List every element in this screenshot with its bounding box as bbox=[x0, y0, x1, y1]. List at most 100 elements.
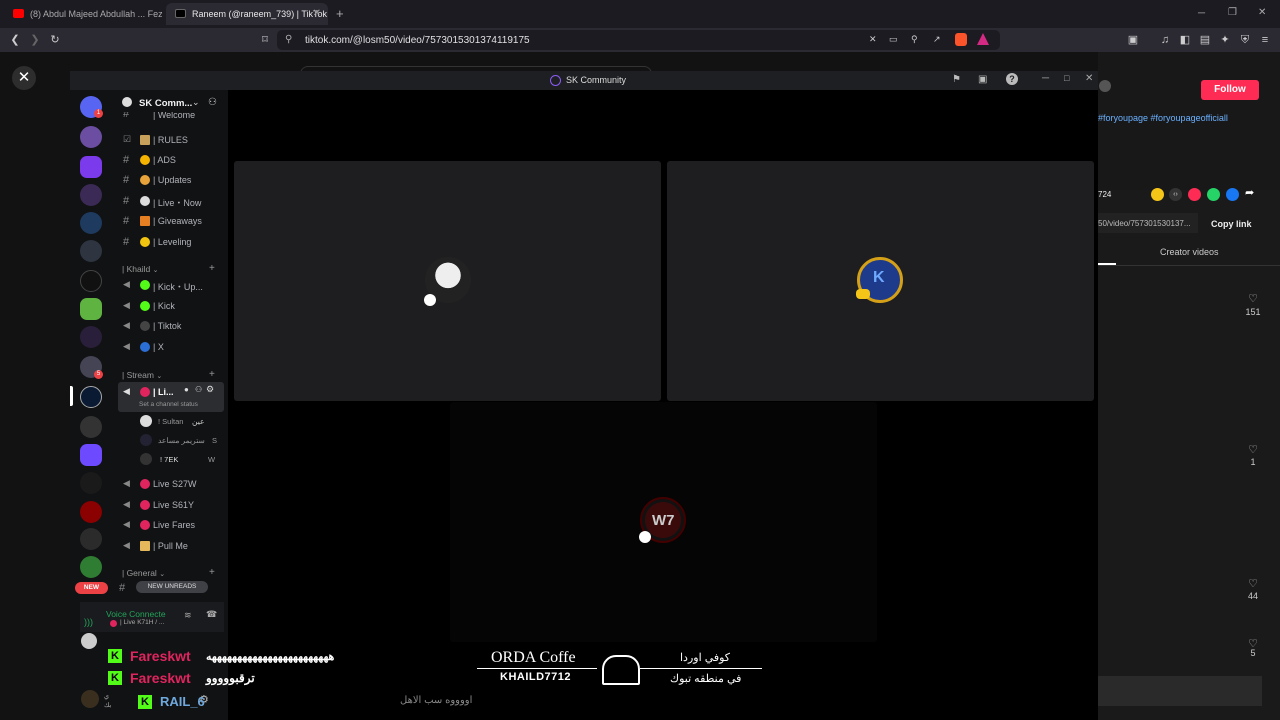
sidebar-toggle-icon[interactable]: ▣ bbox=[1126, 33, 1140, 47]
channel-welcome[interactable]: # | Welcome bbox=[118, 112, 226, 122]
noise-suppression-icon[interactable]: ≋ bbox=[184, 610, 192, 621]
tab-youtube[interactable]: (8) Abdul Majeed Abdullah ... Fezi La bbox=[4, 3, 162, 25]
participant-tile[interactable]: K bbox=[667, 161, 1094, 401]
channel-live-now[interactable]: # | Live・Now bbox=[118, 193, 226, 210]
maximize-window-icon[interactable]: ❐ bbox=[1228, 7, 1237, 18]
coin-icon[interactable] bbox=[1151, 188, 1164, 201]
server-icon[interactable] bbox=[80, 212, 102, 234]
channel-x[interactable]: ◀ | X bbox=[118, 339, 226, 356]
channel-rules[interactable]: ☑ | RULES bbox=[118, 132, 226, 149]
new-unreads-button[interactable]: NEW UNREADS bbox=[136, 581, 208, 593]
minimize-icon[interactable]: ─ bbox=[1042, 73, 1049, 84]
avatar[interactable] bbox=[140, 415, 152, 427]
channel-kick-updates[interactable]: ◀ | Kick・Up... bbox=[118, 277, 226, 294]
voice-user[interactable]: ستريمر مساعد bbox=[158, 436, 205, 445]
send-icon[interactable] bbox=[1188, 188, 1201, 201]
chevron-down-icon[interactable]: ⌄ bbox=[192, 97, 200, 108]
close-video-button[interactable]: ✕ bbox=[12, 66, 36, 90]
copy-link-button[interactable]: Copy link bbox=[1211, 219, 1252, 229]
share-icon[interactable]: ↗ bbox=[933, 34, 941, 45]
site-info-icon[interactable]: ⚲ bbox=[285, 34, 292, 45]
channel-live-fares[interactable]: ◀ Live Fares bbox=[118, 517, 226, 534]
back-icon[interactable]: ❮ bbox=[8, 33, 22, 47]
embed-icon[interactable]: ‹› bbox=[1169, 188, 1182, 201]
facebook-icon[interactable] bbox=[1226, 188, 1239, 201]
heart-icon[interactable]: ♡ bbox=[1243, 443, 1263, 456]
inbox-icon[interactable]: ▣ bbox=[978, 74, 987, 85]
reload-icon[interactable]: ↻ bbox=[48, 33, 62, 47]
creator-avatar[interactable] bbox=[1099, 80, 1111, 92]
channel-kick[interactable]: ◀ | Kick bbox=[118, 298, 226, 315]
channel-giveaways[interactable]: # | Giveaways bbox=[118, 213, 226, 230]
avatar[interactable] bbox=[81, 633, 97, 649]
translate-icon[interactable]: ✕ bbox=[869, 34, 877, 45]
follow-button[interactable]: Follow bbox=[1201, 80, 1259, 100]
help-icon[interactable]: ? bbox=[1006, 73, 1018, 85]
server-icon[interactable] bbox=[80, 184, 102, 206]
hashtags-text[interactable]: #foryoupage #foryoupageofficiall bbox=[1098, 113, 1228, 123]
server-icon[interactable] bbox=[80, 416, 102, 438]
forward-icon[interactable]: ❯ bbox=[28, 33, 42, 47]
category-khaild[interactable]: | Khaild ⌄ + bbox=[122, 263, 215, 274]
close-window-icon[interactable]: ✕ bbox=[1258, 7, 1266, 18]
close-icon[interactable]: ✕ bbox=[1085, 73, 1093, 84]
server-icon[interactable] bbox=[80, 270, 102, 292]
add-user-icon[interactable]: ⚇ bbox=[195, 385, 202, 394]
brave-rewards-icon[interactable] bbox=[977, 33, 989, 45]
avatar[interactable] bbox=[81, 690, 99, 708]
chat-icon[interactable]: ● bbox=[184, 385, 189, 394]
screenshot-icon[interactable]: ▭ bbox=[889, 34, 898, 45]
bookmark-icon[interactable]: ⌑ bbox=[258, 33, 272, 47]
media-icon[interactable]: ♫ bbox=[1158, 33, 1172, 47]
server-icon[interactable] bbox=[80, 156, 102, 178]
channel-live-s27w[interactable]: ◀ Live S27W bbox=[118, 476, 226, 493]
participant-tile[interactable] bbox=[234, 161, 661, 401]
heart-icon[interactable]: ♡ bbox=[1243, 292, 1263, 305]
share-arrow-icon[interactable]: ➦ bbox=[1245, 186, 1254, 199]
address-bar[interactable]: ⚲ tiktok.com/@losm50/video/7573015301374… bbox=[277, 30, 1000, 50]
whatsapp-icon[interactable] bbox=[1207, 188, 1220, 201]
voice-channel-name[interactable]: | Live K71H / ... bbox=[120, 619, 164, 626]
disconnect-icon[interactable]: ☎ bbox=[206, 609, 217, 620]
server-icon[interactable] bbox=[80, 326, 102, 348]
channel-ads[interactable]: # | ADS bbox=[118, 152, 226, 169]
channel-leveling[interactable]: # | Leveling bbox=[118, 234, 226, 251]
channel-pull-me[interactable]: ◀ | Pull Me bbox=[118, 538, 226, 555]
set-status-text[interactable]: Set a channel status bbox=[139, 401, 198, 408]
voice-user[interactable]: ! 7EK bbox=[160, 455, 178, 464]
category-general[interactable]: | General ⌄ + bbox=[122, 567, 215, 578]
avatar[interactable] bbox=[140, 434, 152, 446]
channel-updates[interactable]: # | Updates bbox=[118, 172, 226, 189]
participant-tile[interactable]: W7 bbox=[450, 402, 877, 642]
zoom-icon[interactable]: ⚲ bbox=[911, 34, 918, 45]
server-icon[interactable] bbox=[80, 444, 102, 466]
tab-creator-videos[interactable]: Creator videos bbox=[1160, 247, 1219, 257]
new-badge[interactable]: NEW bbox=[75, 582, 108, 594]
channel-tiktok[interactable]: ◀ | Tiktok bbox=[118, 318, 226, 335]
settings-icon[interactable]: ⚙ bbox=[206, 384, 214, 395]
comment-input[interactable] bbox=[1098, 676, 1262, 706]
avatar[interactable] bbox=[140, 453, 152, 465]
server-icon[interactable] bbox=[80, 240, 102, 262]
server-name[interactable]: SK Comm... bbox=[139, 98, 192, 109]
tab-tiktok[interactable]: Raneem (@raneem_739) | TikTok ✕ bbox=[166, 3, 328, 25]
channel-live-s61y[interactable]: ◀ Live S61Y bbox=[118, 497, 226, 514]
invite-people-icon[interactable]: ⚇ bbox=[208, 97, 217, 108]
server-icon[interactable] bbox=[80, 528, 102, 550]
server-icon[interactable] bbox=[80, 298, 102, 320]
brave-shield-icon[interactable] bbox=[955, 33, 967, 46]
new-tab-button[interactable]: + bbox=[336, 6, 344, 21]
server-icon[interactable] bbox=[80, 472, 102, 494]
flag-icon[interactable]: ⚑ bbox=[952, 74, 961, 85]
wallet-icon[interactable]: ▤ bbox=[1198, 33, 1212, 47]
voice-connected-text[interactable]: Voice Connecte bbox=[106, 609, 166, 619]
server-icon[interactable] bbox=[80, 556, 102, 578]
category-stream[interactable]: | Stream ⌄ + bbox=[122, 369, 215, 380]
maximize-icon[interactable]: □ bbox=[1064, 73, 1069, 83]
server-icon-sk-community[interactable] bbox=[80, 386, 102, 408]
leo-ai-icon[interactable]: ✦ bbox=[1218, 33, 1232, 47]
minimize-window-icon[interactable]: ─ bbox=[1198, 8, 1205, 19]
reader-icon[interactable]: ◧ bbox=[1178, 33, 1192, 47]
heart-icon[interactable]: ♡ bbox=[1243, 577, 1263, 590]
menu-icon[interactable]: ≡ bbox=[1258, 33, 1272, 47]
